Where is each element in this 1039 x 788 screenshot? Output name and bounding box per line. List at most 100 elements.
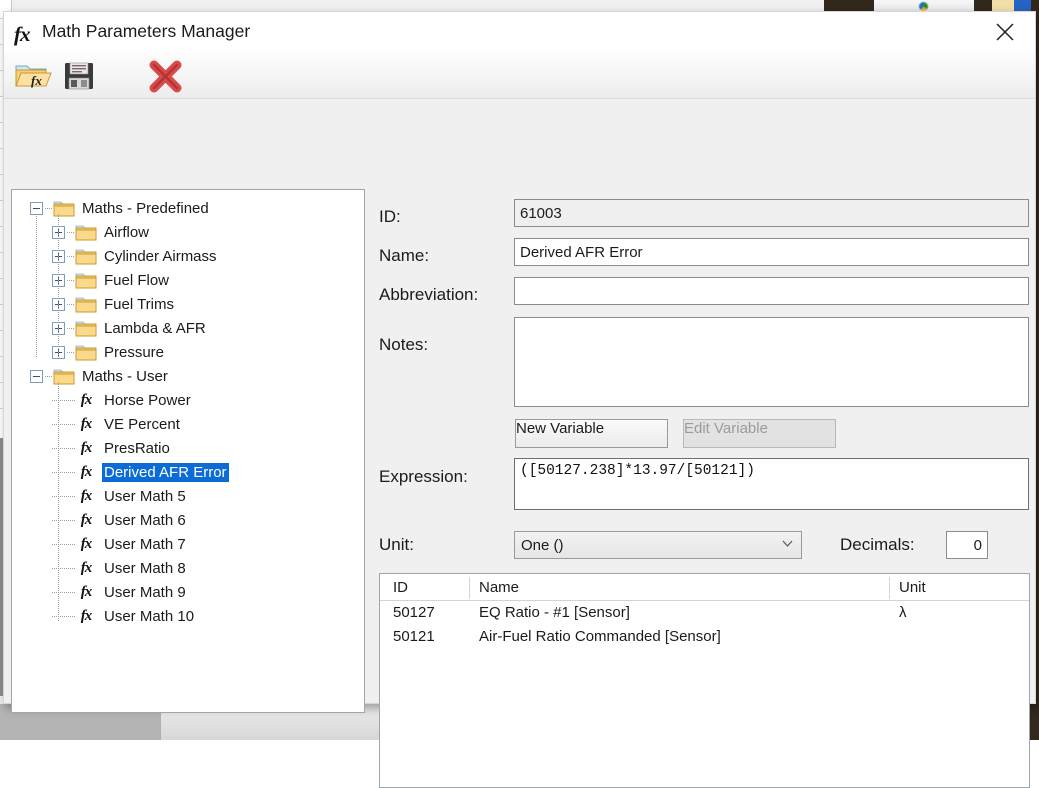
tree-item-presratio[interactable]: fxPresRatio bbox=[12, 436, 364, 460]
column-header-unit[interactable]: Unit bbox=[899, 579, 926, 596]
expression-label: Expression: bbox=[379, 467, 468, 487]
unit-dropdown[interactable]: One () bbox=[514, 531, 802, 559]
tree-item-lambda-afr[interactable]: Lambda & AFR bbox=[12, 316, 364, 340]
fx-icon: fx bbox=[75, 464, 97, 481]
tree-item-pressure[interactable]: Pressure bbox=[12, 340, 364, 364]
tree-item-derived-afr-error[interactable]: fx Derived AFR Error bbox=[12, 460, 364, 484]
tree-connector bbox=[45, 376, 53, 377]
abbreviation-field[interactable] bbox=[514, 277, 1029, 305]
tree-item-label: Pressure bbox=[102, 343, 166, 362]
cell-id: 50127 bbox=[393, 604, 435, 621]
expression-field[interactable]: ([50127.238]*13.97/[50121]) bbox=[514, 458, 1029, 510]
cell-id: 50121 bbox=[393, 628, 435, 645]
tree-item-label: User Math 6 bbox=[102, 511, 188, 530]
column-header-name[interactable]: Name bbox=[479, 579, 519, 596]
tree-item-cylinder-airmass[interactable]: Cylinder Airmass bbox=[12, 244, 364, 268]
tree-connector bbox=[67, 304, 75, 305]
column-header-id[interactable]: ID bbox=[393, 579, 408, 596]
tree-item-user-math-7[interactable]: fx User Math 7 bbox=[12, 532, 364, 556]
tree-item-airflow[interactable]: Airflow bbox=[12, 220, 364, 244]
id-label: ID: bbox=[379, 207, 401, 227]
tree-connector bbox=[67, 256, 75, 257]
fx-icon: fx bbox=[14, 22, 30, 47]
unit-label: Unit: bbox=[379, 535, 414, 555]
fx-icon: fx bbox=[75, 560, 97, 577]
tree-item-label: Horse Power bbox=[102, 391, 193, 410]
name-field[interactable]: Derived AFR Error bbox=[514, 238, 1029, 266]
math-parameter-tree[interactable]: Maths - Predefined AirflowCylinder Airmas… bbox=[11, 189, 365, 713]
notes-field[interactable] bbox=[514, 317, 1029, 407]
tree-item-user-math-10[interactable]: fx User Math 10 bbox=[12, 604, 364, 628]
tree-connector bbox=[67, 352, 75, 353]
folder-open-fx-icon: fx bbox=[12, 57, 52, 95]
tree-item-label: Maths - Predefined bbox=[80, 199, 211, 218]
tree-guide-predefined-children bbox=[58, 214, 59, 358]
tree-item-ve-percent[interactable]: fxVE Percent bbox=[12, 412, 364, 436]
tree-connector bbox=[52, 520, 75, 521]
new-variable-button[interactable]: New Variable bbox=[515, 419, 668, 448]
abbreviation-label: Abbreviation: bbox=[379, 285, 478, 305]
column-separator-2[interactable] bbox=[889, 577, 890, 599]
tree-connector bbox=[67, 280, 75, 281]
tree-item-fuel-trims[interactable]: Fuel Trims bbox=[12, 292, 364, 316]
folder-icon bbox=[75, 320, 97, 337]
tree-connector bbox=[52, 472, 75, 473]
svg-text:fx: fx bbox=[31, 73, 42, 88]
tree-item-user-math-5[interactable]: fx User Math 5 bbox=[12, 484, 364, 508]
tree-item-label: Fuel Trims bbox=[102, 295, 176, 314]
folder-icon bbox=[75, 224, 97, 241]
tree-item-label: User Math 5 bbox=[102, 487, 188, 506]
delete-math-parameter-button[interactable] bbox=[146, 57, 186, 95]
column-separator-1[interactable] bbox=[469, 577, 470, 599]
tree-connector bbox=[52, 544, 75, 545]
tree-guide-user-children bbox=[58, 382, 59, 622]
save-math-file-button[interactable] bbox=[60, 57, 100, 95]
folder-icon bbox=[75, 344, 97, 361]
fx-icon: fx bbox=[75, 512, 97, 529]
id-field: 61003 bbox=[514, 199, 1029, 227]
tree-connector bbox=[67, 328, 75, 329]
collapse-icon[interactable] bbox=[30, 202, 43, 215]
unit-dropdown-value: One () bbox=[521, 537, 564, 554]
close-button[interactable] bbox=[985, 18, 1025, 46]
table-row[interactable]: 50121 Air-Fuel Ratio Commanded [Sensor] bbox=[380, 625, 1029, 649]
tree-item-label: User Math 7 bbox=[102, 535, 188, 554]
cell-name: EQ Ratio - #1 [Sensor] bbox=[479, 604, 630, 621]
open-math-file-button[interactable]: fx bbox=[12, 57, 52, 95]
toolbar: fx bbox=[4, 51, 1035, 99]
cell-name: Air-Fuel Ratio Commanded [Sensor] bbox=[479, 628, 721, 645]
fx-icon: fx bbox=[75, 440, 97, 457]
tree-item-maths-predefined[interactable]: Maths - Predefined bbox=[12, 196, 364, 220]
notes-label: Notes: bbox=[379, 335, 428, 355]
collapse-icon[interactable] bbox=[30, 370, 43, 383]
folder-icon bbox=[75, 272, 97, 289]
tree-item-user-math-6[interactable]: fx User Math 6 bbox=[12, 508, 364, 532]
folder-icon bbox=[53, 368, 75, 385]
window-title: Math Parameters Manager bbox=[42, 21, 250, 42]
tree-root: Maths - Predefined AirflowCylinder Airmas… bbox=[12, 190, 364, 628]
decimals-field[interactable]: 0 bbox=[946, 531, 988, 559]
variables-grid[interactable]: ID Name Unit 50127 EQ Ratio - #1 [Sensor]… bbox=[379, 573, 1030, 788]
dialog-body: Maths - Predefined AirflowCylinder Airmas… bbox=[4, 99, 1035, 703]
math-parameters-manager-dialog: fx Math Parameters Manager fx bbox=[3, 11, 1036, 704]
chevron-down-icon bbox=[782, 540, 793, 547]
tree-item-user-math-9[interactable]: fxUser Math 9 bbox=[12, 580, 364, 604]
folder-icon bbox=[75, 272, 97, 289]
fx-icon: fx bbox=[75, 536, 97, 553]
fx-icon: fx bbox=[75, 488, 97, 505]
cell-unit: λ bbox=[899, 604, 907, 621]
tree-item-maths-user[interactable]: Maths - User bbox=[12, 364, 364, 388]
tree-item-horse-power[interactable]: fxHorse Power bbox=[12, 388, 364, 412]
tree-item-label: User Math 10 bbox=[102, 607, 196, 626]
fx-icon: fx bbox=[75, 608, 97, 625]
folder-icon bbox=[75, 248, 97, 265]
red-x-delete-icon bbox=[146, 57, 186, 95]
tree-item-user-math-8[interactable]: fxUser Math 8 bbox=[12, 556, 364, 580]
tree-item-label: VE Percent bbox=[102, 415, 182, 434]
folder-icon bbox=[75, 296, 97, 313]
tree-item-fuel-flow[interactable]: Fuel Flow bbox=[12, 268, 364, 292]
table-row[interactable]: 50127 EQ Ratio - #1 [Sensor] λ bbox=[380, 601, 1029, 625]
tree-item-label: Lambda & AFR bbox=[102, 319, 208, 338]
folder-icon bbox=[53, 200, 75, 217]
tree-item-label: Derived AFR Error bbox=[102, 463, 229, 482]
